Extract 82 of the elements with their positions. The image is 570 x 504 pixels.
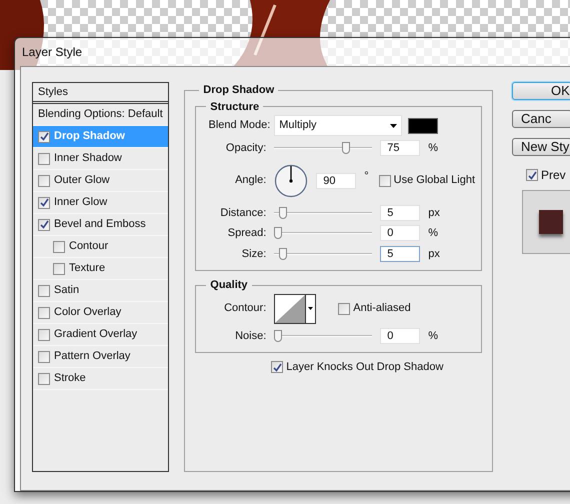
unit-label: px [428, 246, 440, 262]
unit-label: % [428, 141, 438, 156]
checkbox-label: Anti-aliased [353, 301, 411, 316]
checkbox-label: Layer Knocks Out Drop Shadow [286, 360, 444, 375]
checkbox[interactable] [338, 302, 350, 314]
checkmark-icon [40, 220, 48, 229]
slider-track[interactable] [274, 330, 372, 342]
number-field[interactable]: 5 [380, 204, 420, 221]
slider-thumb[interactable] [278, 248, 287, 260]
slider-track[interactable] [274, 248, 372, 260]
style-list-item[interactable]: Bevel and Emboss [33, 214, 168, 236]
checkbox[interactable] [271, 361, 284, 374]
style-list-item[interactable]: Satin [33, 280, 168, 302]
shadow-color-swatch[interactable] [408, 118, 438, 134]
checkbox[interactable] [38, 328, 50, 340]
number-field[interactable]: 0 [380, 328, 420, 344]
slider-thumb[interactable] [278, 206, 287, 219]
field-label: Size: [240, 246, 266, 262]
checkbox[interactable] [38, 306, 50, 318]
preview-thumbnail [522, 190, 570, 254]
list-header: Styles [33, 83, 168, 104]
field-label: Opacity: [224, 141, 266, 156]
unit-label: px [428, 206, 440, 220]
style-list-item[interactable]: Inner Glow [33, 192, 168, 214]
unit-label: % [428, 226, 438, 241]
dialog-button[interactable]: OK [512, 82, 570, 100]
checkbox[interactable] [526, 169, 538, 181]
checkmark-icon [528, 170, 536, 180]
checkbox[interactable] [53, 240, 65, 252]
group-title: Structure [209, 100, 260, 114]
checkbox-label: Use Global Light [394, 173, 475, 188]
unit-label: % [428, 328, 438, 344]
angle-dial[interactable] [274, 164, 308, 198]
contour-curve-icon [275, 294, 306, 322]
style-list-item[interactable]: Gradient Overlay [33, 324, 168, 346]
checkbox[interactable] [378, 174, 391, 186]
number-field[interactable]: 0 [380, 225, 420, 242]
field-label: Spread: [226, 226, 266, 241]
checkmark-icon [40, 198, 48, 207]
slider-thumb[interactable] [274, 330, 282, 342]
dropdown-caret-icon [390, 124, 398, 128]
dialog-button[interactable]: New Sty [512, 138, 570, 156]
checkbox[interactable] [53, 262, 65, 274]
checkbox[interactable] [38, 130, 50, 142]
style-list-item[interactable]: Outer Glow [33, 170, 168, 192]
style-list-item[interactable]: Pattern Overlay [33, 346, 168, 368]
field-label: Noise: [234, 328, 266, 344]
checkbox[interactable] [38, 372, 50, 384]
checkbox-label: Prev [541, 167, 566, 184]
field-label: Angle: [234, 173, 266, 188]
style-list-item[interactable]: Stroke [33, 368, 168, 390]
style-list-item[interactable]: Contour [33, 236, 168, 258]
slider-thumb[interactable] [274, 227, 282, 240]
contour-picker[interactable] [274, 294, 316, 324]
slider-track[interactable] [274, 206, 372, 219]
checkmark-icon [40, 132, 48, 141]
checkbox[interactable] [38, 152, 50, 164]
checkbox[interactable] [38, 196, 50, 208]
panel-title: Drop Shadow [202, 83, 276, 98]
number-field[interactable]: 75 [380, 140, 420, 156]
style-list-item[interactable]: Inner Shadow [33, 148, 168, 170]
dropdown-caret-icon [308, 307, 314, 310]
checkbox[interactable] [38, 174, 50, 186]
checkbox[interactable] [38, 284, 50, 296]
field-label: Distance: [219, 206, 266, 220]
checkmark-icon [272, 362, 282, 372]
checkbox[interactable] [38, 350, 50, 362]
dialog-button[interactable]: Canc [512, 110, 570, 128]
window-title: Layer Style [22, 44, 82, 61]
field-label: Blend Mode: [208, 118, 270, 134]
slider-thumb[interactable] [342, 142, 350, 154]
style-list-item[interactable]: Texture [33, 258, 168, 280]
unit-label: ° [364, 168, 369, 184]
slider-track[interactable] [274, 142, 372, 154]
checkbox[interactable] [38, 218, 50, 230]
slider-track[interactable] [274, 227, 372, 240]
style-list-item[interactable]: Color Overlay [33, 302, 168, 324]
group-title: Quality [209, 278, 249, 293]
number-field[interactable]: 90 [316, 172, 356, 188]
field-label: Contour: [223, 301, 266, 316]
blend-mode-dropdown[interactable]: Multiply [274, 115, 402, 136]
number-field[interactable]: 5 [380, 246, 420, 262]
